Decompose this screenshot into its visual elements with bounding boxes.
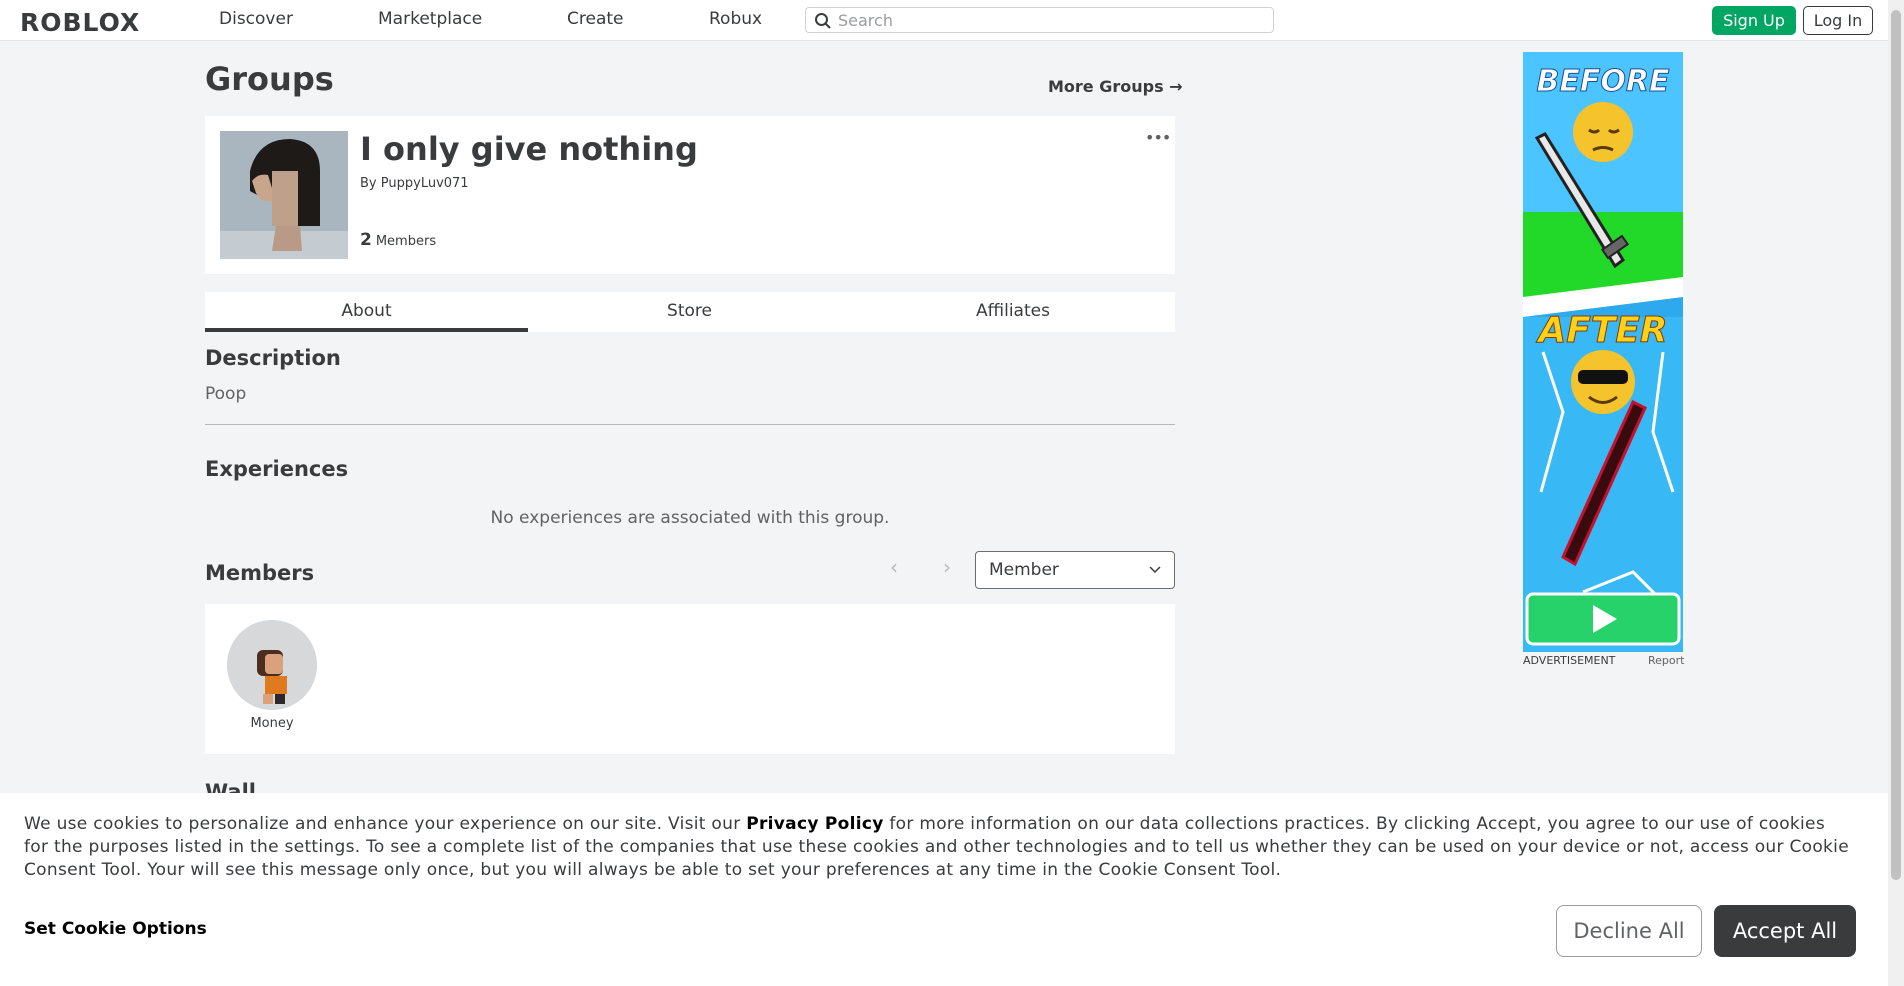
prev-page-icon[interactable]: ‹ xyxy=(890,555,898,579)
more-groups-link[interactable]: More Groups → xyxy=(1048,77,1183,96)
description-text: Poop xyxy=(205,384,247,404)
divider xyxy=(205,424,1175,425)
sign-up-button[interactable]: Sign Up xyxy=(1712,6,1796,35)
cookie-text-1: We use cookies to personalize and enhanc… xyxy=(24,814,747,834)
member-count: 2 Members xyxy=(360,230,436,250)
log-in-button[interactable]: Log In xyxy=(1803,6,1873,35)
page-title: Groups xyxy=(205,60,334,98)
experiences-heading: Experiences xyxy=(205,457,349,481)
member-count-value: 2 xyxy=(360,230,372,250)
nav-robux[interactable]: Robux xyxy=(709,9,762,29)
ad-after-text: AFTER xyxy=(1538,310,1668,352)
no-experiences-message: No experiences are associated with this … xyxy=(490,508,890,528)
tab-affiliates[interactable]: Affiliates xyxy=(851,292,1175,332)
more-dots-icon[interactable]: ••• xyxy=(1145,128,1171,147)
roblox-logo[interactable]: ROBLOX xyxy=(20,8,140,37)
role-filter-select[interactable]: Member xyxy=(975,551,1175,589)
avatar[interactable] xyxy=(227,620,317,710)
description-heading: Description xyxy=(205,346,341,370)
chevron-down-icon xyxy=(1149,566,1161,574)
search-input[interactable]: Search xyxy=(805,7,1274,33)
group-name: I only give nothing xyxy=(360,130,698,168)
member-name[interactable]: Money xyxy=(227,716,317,731)
group-tabs: About Store Affiliates xyxy=(205,292,1175,332)
group-header-card: I only give nothing By PuppyLuv071 2 Memb… xyxy=(205,116,1175,274)
members-list: Money xyxy=(205,604,1175,754)
set-cookie-options-link[interactable]: Set Cookie Options xyxy=(24,919,207,939)
nav-create[interactable]: Create xyxy=(567,9,624,29)
accept-all-button[interactable]: Accept All xyxy=(1714,905,1856,957)
ad-label: ADVERTISEMENT xyxy=(1523,654,1616,667)
ad-before-text: BEFORE xyxy=(1536,64,1670,100)
cookie-banner: We use cookies to personalize and enhanc… xyxy=(0,793,1888,986)
decline-all-button[interactable]: Decline All xyxy=(1556,905,1702,957)
group-owner-line: By PuppyLuv071 xyxy=(360,176,469,191)
scrollbar-thumb[interactable] xyxy=(1891,10,1901,880)
advertisement-banner[interactable]: BEFORE AFTER xyxy=(1523,52,1683,652)
tab-about[interactable]: About xyxy=(205,292,528,332)
members-heading: Members xyxy=(205,561,315,585)
nav-marketplace[interactable]: Marketplace xyxy=(378,9,482,29)
nav-discover[interactable]: Discover xyxy=(219,9,293,29)
page-scrollbar[interactable] xyxy=(1888,0,1904,986)
search-icon xyxy=(815,13,831,29)
owner-prefix: By xyxy=(360,176,377,191)
privacy-policy-link[interactable]: Privacy Policy xyxy=(746,814,883,834)
next-page-icon[interactable]: › xyxy=(943,555,951,579)
group-emblem xyxy=(220,131,348,259)
owner-link[interactable]: PuppyLuv071 xyxy=(381,176,469,191)
top-nav: ROBLOX Discover Marketplace Create Robux… xyxy=(0,0,1888,41)
role-filter-value: Member xyxy=(989,560,1059,580)
cookie-message: We use cookies to personalize and enhanc… xyxy=(24,813,1854,882)
member-count-label: Members xyxy=(375,234,437,249)
ad-report-link[interactable]: Report xyxy=(1648,654,1684,667)
tab-store[interactable]: Store xyxy=(528,292,851,332)
search-placeholder: Search xyxy=(838,11,893,30)
